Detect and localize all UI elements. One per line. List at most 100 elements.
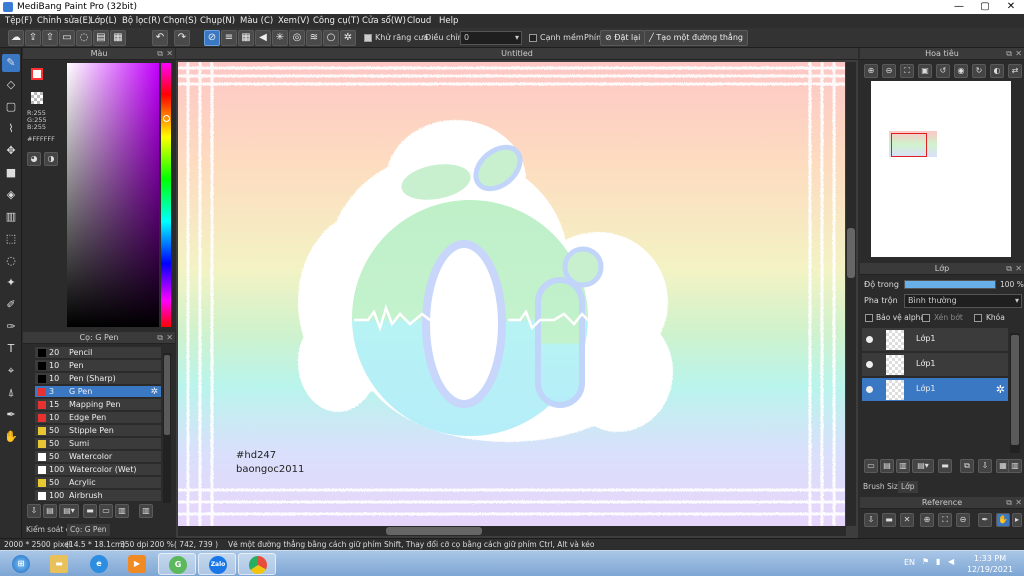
tab-brush[interactable]: Cọ: G Pen (67, 524, 110, 536)
eraser-tool-icon[interactable]: ◇ (2, 76, 20, 94)
move-tool-icon[interactable]: ✥ (2, 142, 20, 160)
eye-icon[interactable] (866, 386, 873, 393)
add-brush-icon[interactable]: ▤ (43, 504, 57, 518)
layer-scroll-thumb[interactable] (1011, 335, 1019, 445)
menu-cloud[interactable]: Cloud (407, 15, 431, 27)
menu-filter[interactable]: Bộ lọc(R) (122, 15, 161, 27)
brush-item[interactable]: 15 Mapping Pen (35, 399, 161, 411)
create-line-button[interactable]: ╱ Tạo một đường thẳng (644, 30, 748, 46)
new-halftone-layer-icon[interactable]: ▤ (880, 459, 894, 473)
layer-folder-icon[interactable]: ▬ (938, 459, 952, 473)
close-icon[interactable]: ✕ (166, 48, 173, 60)
dropper-tool-icon[interactable]: ⍋ (2, 384, 20, 402)
ref-fit-icon[interactable]: ⛶ (938, 513, 952, 527)
taskbar-explorer[interactable]: ▬ (40, 553, 78, 575)
operation-tool-icon[interactable]: ⌖ (2, 362, 20, 380)
shape-tool-icon[interactable]: ■ (2, 164, 20, 182)
taskbar-media[interactable]: ▶ (118, 553, 156, 575)
close-icon[interactable]: ✕ (1015, 263, 1022, 275)
brush-item[interactable]: 10 Pen (35, 360, 161, 372)
blur-tool-icon[interactable]: ⌇ (2, 120, 20, 138)
horizontal-scroll-thumb[interactable] (386, 527, 482, 535)
close-icon[interactable]: ✕ (1015, 497, 1022, 509)
opacity-slider[interactable] (904, 280, 996, 289)
rotate-right-icon[interactable]: ↻ (972, 64, 986, 78)
protect-alpha-checkbox[interactable] (865, 314, 873, 322)
fill-tool-icon[interactable]: ◈ (2, 186, 20, 204)
upload-icon[interactable]: ⇧ (42, 30, 58, 46)
export-icon[interactable]: ⇪ (25, 30, 41, 46)
brush-item[interactable]: 50 Acrylic (35, 477, 161, 489)
menu-color[interactable]: Màu (C) (240, 15, 273, 27)
ref-dropper-icon[interactable]: ✒ (978, 513, 992, 527)
brush-tool-icon[interactable]: ✎ (2, 54, 20, 72)
float-icon[interactable]: ⧉ (1006, 263, 1012, 275)
hand-tool-icon[interactable]: ✋ (2, 428, 20, 446)
close-icon[interactable]: ✕ (166, 332, 173, 344)
vertical-scrollbar[interactable] (846, 62, 856, 526)
curve-snap-icon[interactable]: ≋ (306, 30, 322, 46)
dot-tool-icon[interactable]: ▢ (2, 98, 20, 116)
zoom-in-icon[interactable]: ⊕ (864, 64, 878, 78)
minimize-button[interactable]: — (946, 0, 972, 14)
float-icon[interactable]: ⧉ (157, 332, 163, 344)
cloud-download-icon[interactable]: ⇩ (864, 513, 878, 527)
layer-row[interactable]: Lớp1 ✲ (862, 378, 1008, 402)
navigator-preview[interactable] (871, 81, 1011, 257)
gear-icon[interactable]: ✲ (150, 386, 158, 398)
fit-icon[interactable]: ⛶ (900, 64, 914, 78)
flip-icon[interactable]: ◐ (990, 64, 1004, 78)
layer-row[interactable]: Lớp1 (862, 353, 1008, 377)
hue-cursor[interactable] (163, 115, 170, 122)
brush-item[interactable]: 10 Pen (Sharp) (35, 373, 161, 385)
pen-tool-icon[interactable]: ✒ (2, 406, 20, 424)
saturation-value-picker[interactable] (67, 63, 159, 327)
artwork-canvas[interactable]: #hd247 baongoc2011 (178, 62, 845, 526)
menu-tools[interactable]: Công cụ(T) (313, 15, 360, 27)
color-set-icon[interactable]: ◑ (44, 152, 58, 166)
merge-layer-icon[interactable]: ⇩ (978, 459, 992, 473)
close-button[interactable]: ✕ (998, 0, 1024, 14)
brush-item[interactable]: 100 Watercolor (Wet) (35, 464, 161, 476)
gear-icon[interactable]: ✲ (996, 383, 1005, 396)
actual-size-icon[interactable]: ▣ (918, 64, 932, 78)
taskbar-chrome[interactable] (238, 553, 276, 575)
folder-icon[interactable]: ▬ (83, 504, 97, 518)
palette-icon[interactable]: ◕ (27, 152, 41, 166)
brush-item[interactable]: 50 Watercolor (35, 451, 161, 463)
float-icon[interactable]: ⧉ (157, 48, 163, 60)
ring-snap-icon[interactable]: ○ (323, 30, 339, 46)
rotate-left-icon[interactable]: ↺ (936, 64, 950, 78)
gradient-tool-icon[interactable]: ▥ (2, 208, 20, 226)
menu-layer[interactable]: Lớp(L) (90, 15, 117, 27)
navigator-more-icon[interactable]: ⇄ (1008, 64, 1022, 78)
clip-checkbox[interactable] (922, 314, 930, 322)
canvas-tab[interactable]: Untitled (176, 48, 858, 60)
taskbar-clock[interactable]: 1:33 PM 12/19/2021 (960, 551, 1020, 575)
select-pen-tool-icon[interactable]: ✐ (2, 296, 20, 314)
select-tool-icon[interactable]: ⬚ (2, 230, 20, 248)
horizontal-scrollbar[interactable] (178, 526, 846, 536)
ref-zoom-out-icon[interactable]: ⊖ (956, 513, 970, 527)
settings-snap-icon[interactable]: ✲ (340, 30, 356, 46)
menu-window[interactable]: Cửa sổ(W) (362, 15, 406, 27)
ref-more-icon[interactable]: ▸ (1012, 513, 1022, 527)
primary-color-swatch[interactable] (31, 68, 43, 80)
comment-icon[interactable]: ▭ (59, 30, 75, 46)
brush-item[interactable]: 10 Edge Pen (35, 412, 161, 424)
transparent-swatch[interactable] (31, 92, 43, 104)
maximize-button[interactable]: ▢ (972, 0, 998, 14)
cloud-icon[interactable]: ☁ (8, 30, 24, 46)
tray-flag-icon[interactable]: ⚑ (922, 557, 929, 566)
menu-snap[interactable]: Chụp(N) (200, 15, 235, 27)
lasso-tool-icon[interactable]: ◌ (2, 252, 20, 270)
open-folder-icon[interactable]: ▬ (882, 513, 896, 527)
taskbar-zalo[interactable]: Zalo (198, 553, 236, 575)
soft-edge-checkbox[interactable] (529, 34, 537, 42)
brush-item[interactable]: 100 Airbrush (35, 490, 161, 502)
blend-select[interactable]: Bình thường ▾ (904, 294, 1022, 308)
close-icon[interactable]: ✕ (1015, 48, 1022, 60)
layer-menu-icon[interactable]: ▤▾ (912, 459, 934, 473)
tray-network-icon[interactable]: ▮ (936, 557, 940, 566)
panel-icon[interactable]: ▤ (93, 30, 109, 46)
